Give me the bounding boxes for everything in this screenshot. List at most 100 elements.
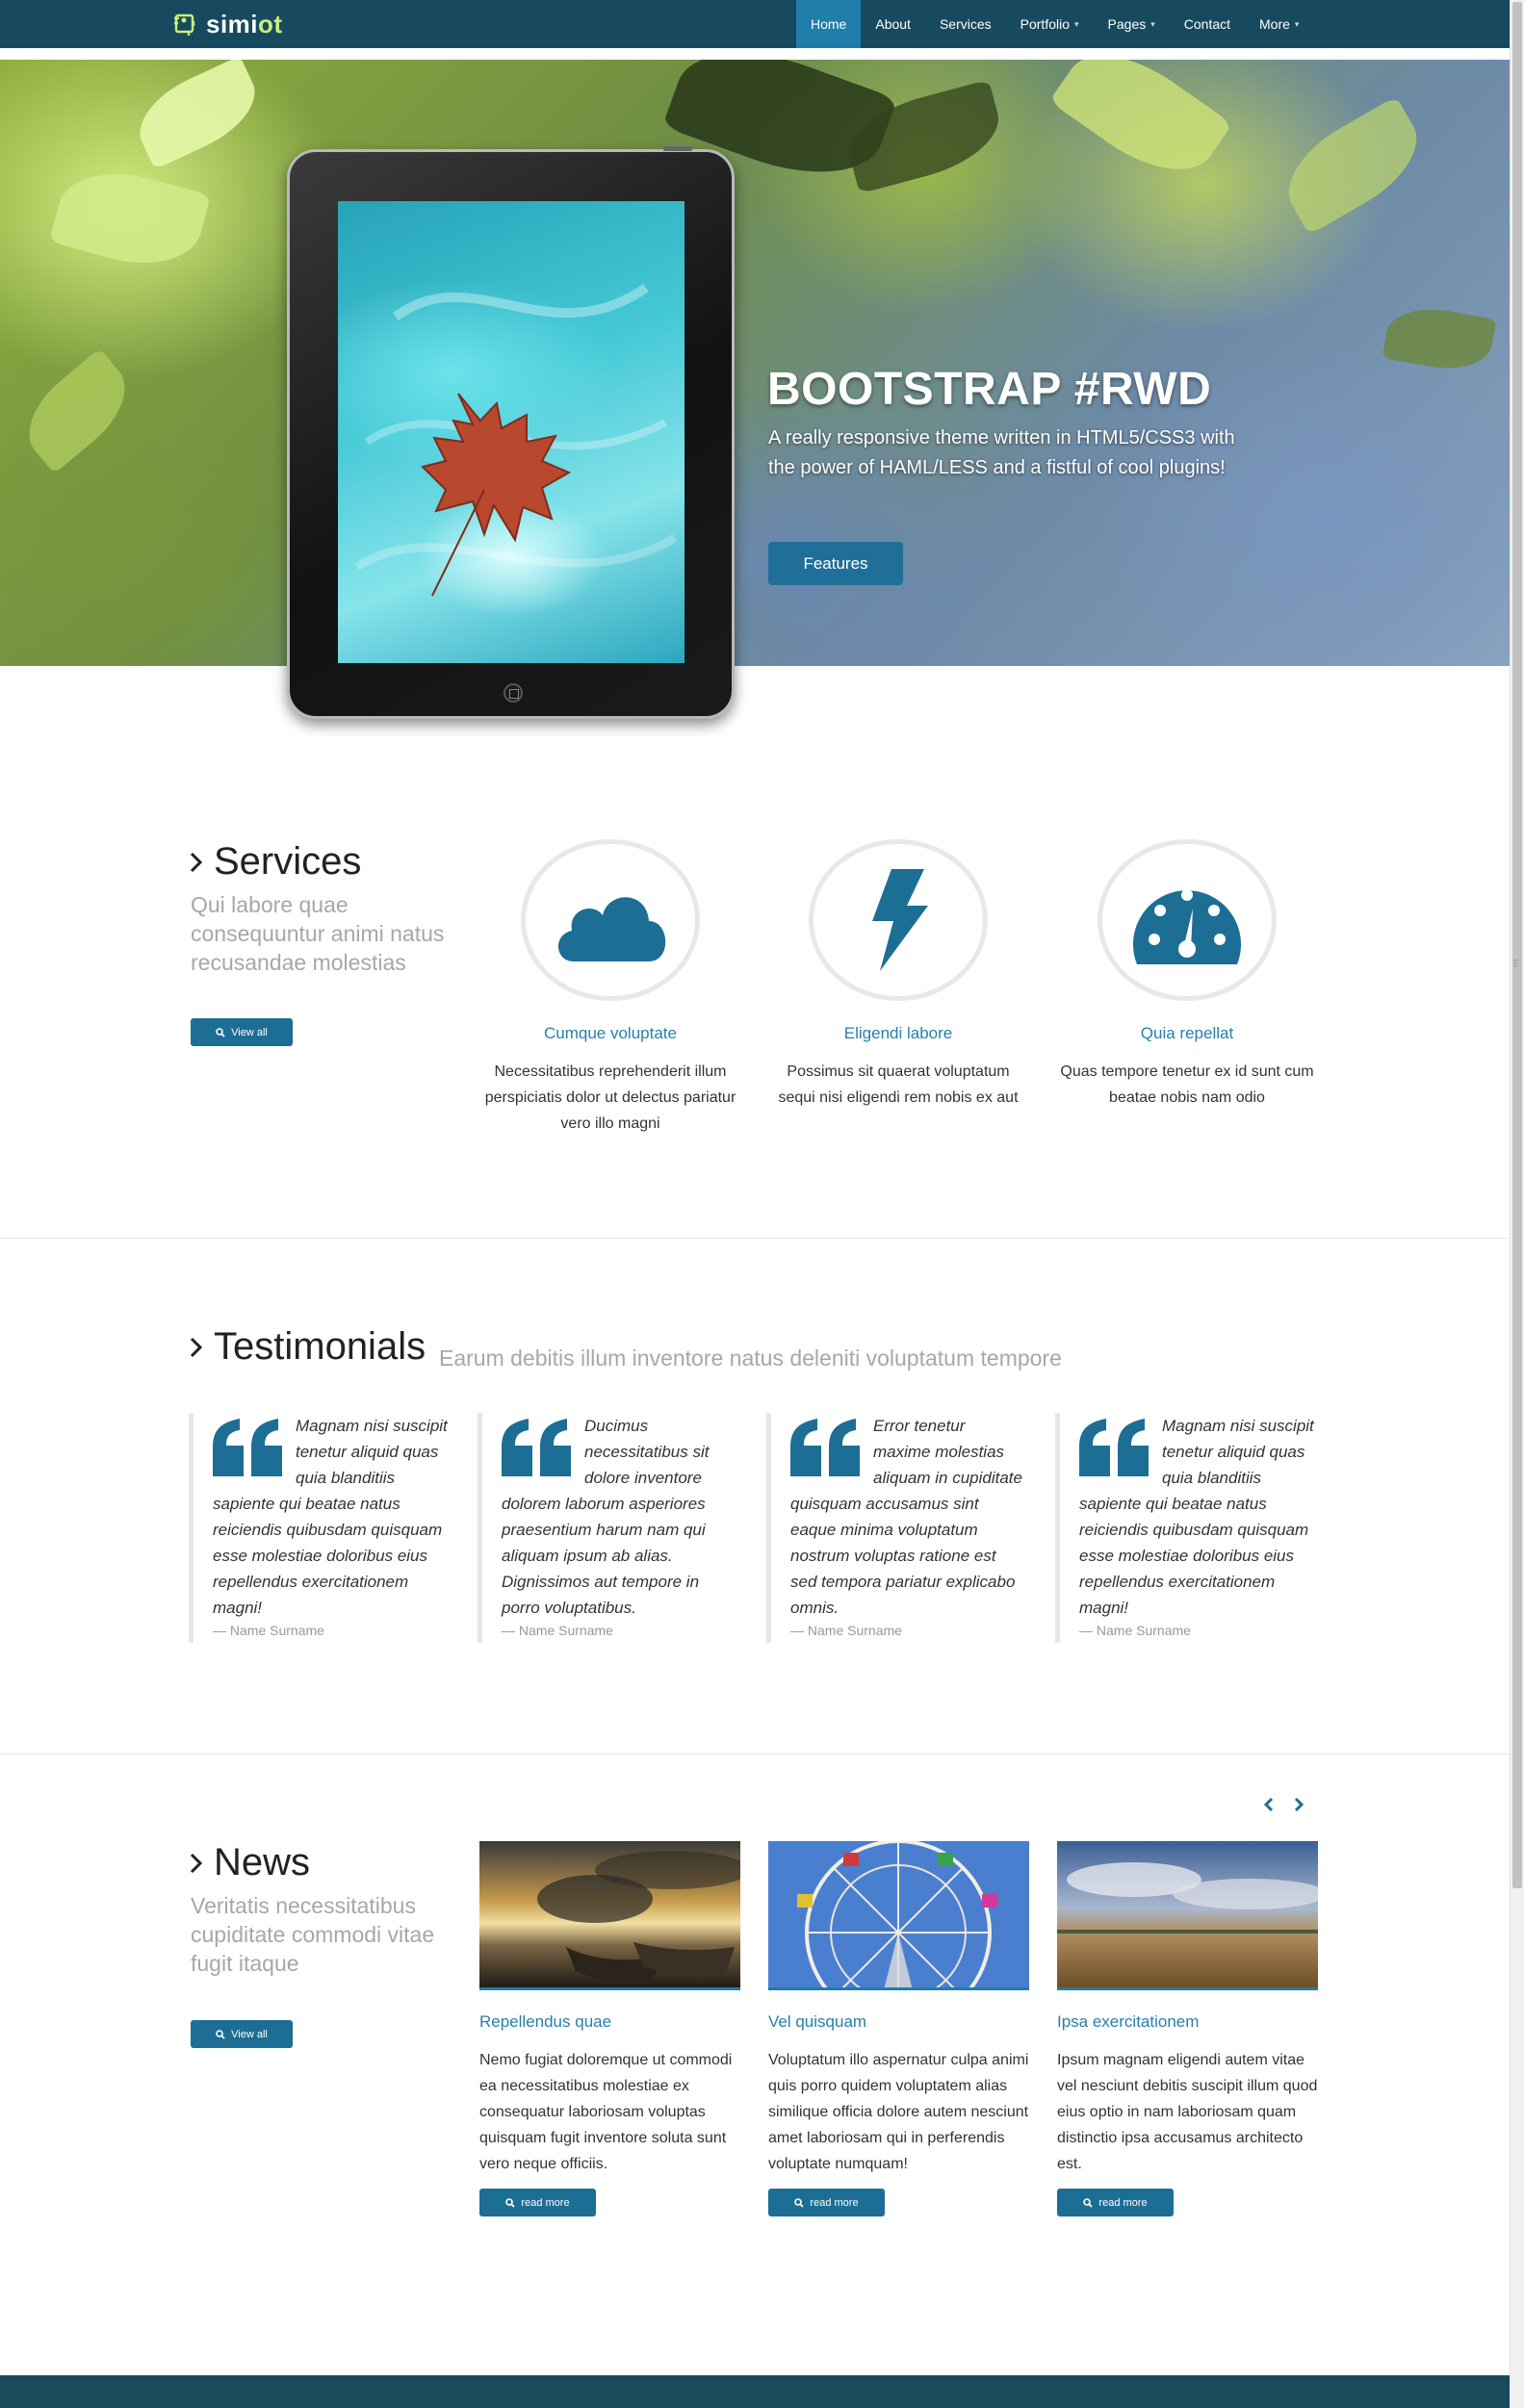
news-title[interactable]: Repellendus quae [479,2012,740,2032]
service-card: Cumque voluptate Necessitatibus reprehen… [481,839,739,1137]
news-title[interactable]: Ipsa exercitationem [1057,2012,1318,2032]
caret-down-icon: ▾ [1294,18,1300,29]
read-more-button[interactable]: read more [479,2189,596,2216]
chevron-right-icon [190,1853,203,1873]
caret-down-icon: ▾ [1150,18,1155,29]
scrollbar-grip-icon: – – – [1513,955,1519,970]
news-image-field[interactable] [1057,1841,1318,1990]
hero-banner: BOOTSTRAP #RWD A really responsive theme… [0,60,1510,666]
news-subtitle: Veritatis necessitatibus cupiditate comm… [191,1893,435,1976]
maple-leaf-icon [354,283,678,597]
leaf-shape [1048,60,1233,195]
nav-item-about[interactable]: About [861,0,925,48]
navbar-spacer [0,48,1510,60]
features-button[interactable]: Features [768,542,903,585]
brand-logo[interactable]: simiot [171,9,283,39]
search-icon [1083,2197,1094,2208]
service-title[interactable]: Eligendi labore [769,1024,1027,1043]
carousel-prev-icon[interactable] [1260,1795,1278,1814]
tablet-home-button [504,683,523,703]
news-card: Repellendus quae Nemo fugiat doloremque … [479,1841,740,2216]
logo-icon [174,13,195,36]
news-title[interactable]: Vel quisquam [768,2012,1029,2032]
sunset-boats-image [479,1841,740,1987]
bolt-icon [872,869,928,971]
dashboard-icon [1133,889,1241,964]
services-view-all-button[interactable]: View all [191,1018,293,1046]
nav-item-contact[interactable]: Contact [1170,0,1245,48]
quote-icon [502,1419,571,1476]
brand-name: simiot [206,9,283,38]
chevron-right-icon [190,852,203,872]
field-landscape-image [1057,1841,1318,1987]
testimonial-card: Magnam nisi suscipit tenetur aliquid qua… [189,1413,449,1643]
search-icon [794,2197,805,2208]
news-image-boats[interactable] [479,1841,740,1990]
testimonial-card: Magnam nisi suscipit tenetur aliquid qua… [1055,1413,1315,1643]
testimonials-subtitle: Earum debitis illum inventore natus dele… [439,1345,1062,1371]
search-icon [216,1027,225,1037]
news-text: Voluptatum illo aspernatur culpa animi q… [768,2052,1029,2172]
search-icon [505,2197,516,2208]
quote-icon [1079,1419,1149,1476]
news-text: Ipsum magnam eligendi autem vitae vel ne… [1057,2052,1318,2172]
service-description: Possimus sit quaerat voluptatum sequi ni… [778,1063,1019,1106]
read-more-button[interactable]: read more [768,2189,885,2216]
news-image-ferris-wheel[interactable] [768,1841,1029,1990]
chevron-right-icon [190,1337,203,1357]
news-view-all-button[interactable]: View all [191,2020,293,2048]
quote-icon [213,1419,282,1476]
leaf-shape [1382,300,1497,377]
testimonial-card: Ducimus necessitatibus sit dolore invent… [478,1413,737,1643]
service-icon-circle [809,839,988,1001]
section-divider [0,1754,1510,1755]
footer-bar [0,2375,1510,2408]
leaf-shape [1271,95,1434,236]
search-icon [216,2029,225,2039]
services-heading: Services [189,840,361,884]
tablet-mockup [287,146,735,719]
news-heading: News [189,1841,310,1884]
ferris-wheel-image [768,1841,1029,1987]
carousel-next-icon[interactable] [1290,1795,1307,1814]
leaf-shape [48,158,212,279]
caret-down-icon: ▾ [1074,18,1079,29]
quote-icon [790,1419,860,1476]
page-scrollbar[interactable]: – – – [1510,0,1524,2408]
service-icon-circle [521,839,700,1001]
service-description: Quas tempore tenetur ex id sunt cum beat… [1060,1063,1314,1106]
service-description: Necessitatibus reprehenderit illum persp… [484,1063,736,1132]
nav-item-more[interactable]: More ▾ [1245,0,1313,48]
navbar: simiot Home About Services Portfolio ▾ Pa… [0,0,1510,48]
tablet-screen-image [338,201,685,663]
hero-title: BOOTSTRAP #RWD [767,364,1212,415]
testimonials-heading: Testimonials [189,1325,426,1369]
news-card: Vel quisquam Voluptatum illo aspernatur … [768,1841,1029,2216]
testimonial-author: — Name Surname [502,1623,613,1638]
hero-subtitle: A really responsive theme written in HTM… [768,427,1235,478]
news-text: Nemo fugiat doloremque ut commodi ea nec… [479,2052,733,2172]
service-icon-circle [1098,839,1277,1001]
testimonial-author: — Name Surname [1079,1623,1191,1638]
leaf-shape [126,60,269,170]
service-title[interactable]: Quia repellat [1058,1024,1316,1043]
nav-item-pages[interactable]: Pages ▾ [1094,0,1170,48]
news-card: Ipsa exercitationem Ipsum magnam eligend… [1057,1841,1318,2216]
main-nav: Home About Services Portfolio ▾ Pages ▾ Co… [796,0,1313,48]
services-subtitle: Qui labore quae consequuntur animi natus… [191,892,445,975]
service-card: Eligendi labore Possimus sit quaerat vol… [769,839,1027,1111]
nav-item-services[interactable]: Services [925,0,1006,48]
read-more-button[interactable]: read more [1057,2189,1174,2216]
section-divider [0,1238,1510,1239]
nav-item-home[interactable]: Home [796,0,862,48]
nav-item-portfolio[interactable]: Portfolio ▾ [1006,0,1094,48]
tablet-power-button [663,146,692,151]
cloud-icon [557,897,666,961]
testimonial-author: — Name Surname [213,1623,324,1638]
scrollbar-thumb[interactable] [1512,2,1522,1888]
service-title[interactable]: Cumque voluptate [481,1024,739,1043]
service-card: Quia repellat Quas tempore tenetur ex id… [1058,839,1316,1111]
testimonial-card: Error tenetur maxime molestias aliquam i… [766,1413,1026,1643]
testimonial-author: — Name Surname [790,1623,902,1638]
leaf-shape [11,347,143,474]
